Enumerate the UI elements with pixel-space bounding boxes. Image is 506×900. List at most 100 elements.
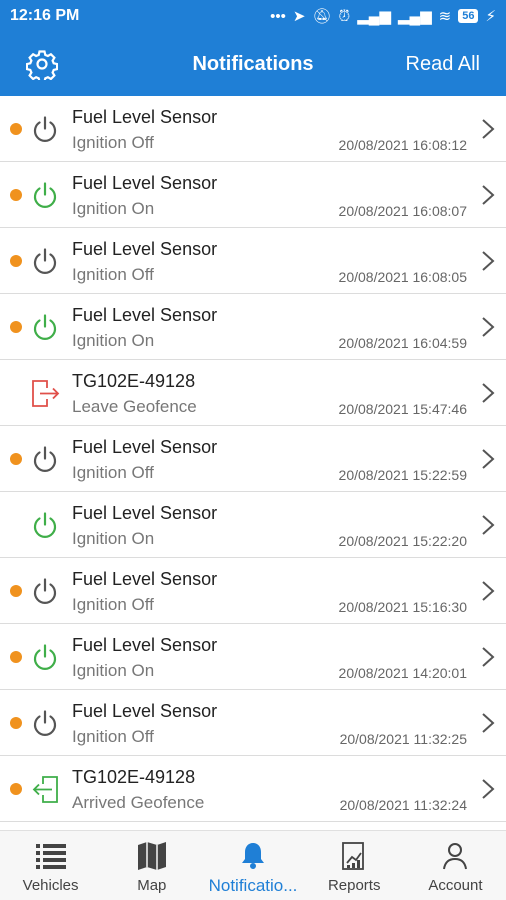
notification-title: Fuel Level Sensor (72, 701, 218, 721)
notification-title: Fuel Level Sensor (72, 239, 218, 259)
tab-account[interactable]: Account (405, 831, 506, 900)
chevron-right-icon (482, 119, 495, 139)
chevron-right-icon (482, 713, 495, 733)
notification-item[interactable]: Fuel Level Sensor Ignition Off 20/08/2021 … (0, 228, 506, 294)
chevron-right-icon (482, 383, 495, 403)
notification-title: Fuel Level Sensor (72, 173, 218, 193)
tab-reports[interactable]: Reports (304, 831, 405, 900)
ignition-on-icon (30, 510, 60, 540)
notification-title: Fuel Level Sensor (72, 635, 218, 655)
notification-time: 20/08/2021 15:16:30 (338, 599, 467, 615)
unread-dot (10, 189, 22, 201)
status-bar: 12:16 PM ••• ➤ 🔕︎ ⏰︎ ▂▄▆ ▂▄▆ ≋ 56 ⚡ (0, 0, 506, 32)
arrive-geofence-icon (30, 774, 60, 804)
notification-subtitle: Ignition On (72, 199, 155, 218)
chevron-right-icon (482, 581, 495, 601)
ignition-on-icon (30, 642, 60, 672)
unread-dot (10, 123, 22, 135)
unread-dot (10, 453, 22, 465)
notification-item[interactable]: Fuel Level Sensor Ignition Off 20/08/2021 … (0, 96, 506, 162)
ignition-off-icon (30, 246, 60, 276)
alarm-icon: ⏰︎ (338, 7, 351, 25)
read-all-button[interactable]: Read All (406, 53, 481, 76)
chevron-right-icon (482, 251, 495, 271)
chevron-right-icon (482, 647, 495, 667)
ignition-on-icon (30, 180, 60, 210)
notification-title: Fuel Level Sensor (72, 107, 218, 127)
location-icon: ➤ (292, 8, 306, 25)
notification-item[interactable]: Fuel Level Sensor Ignition Off 20/08/2021 … (0, 426, 506, 492)
notification-subtitle: Ignition On (72, 529, 155, 548)
notification-time: 20/08/2021 14:20:01 (338, 665, 467, 681)
ignition-off-icon (30, 114, 60, 144)
notification-item[interactable]: TG102E-49128 Leave Geofence 20/08/2021 15:… (0, 360, 506, 426)
notification-time: 20/08/2021 15:47:46 (338, 401, 467, 417)
notification-subtitle: Ignition Off (72, 133, 154, 152)
tab-label: Vehicles (22, 877, 79, 894)
notification-item[interactable]: Fuel Level Sensor Ignition Off 20/08/2021 … (0, 558, 506, 624)
app-bar: Notifications Read All (0, 32, 506, 96)
mute-icon: 🔕︎ (312, 8, 332, 25)
tab-label: Reports (327, 877, 381, 894)
chevron-right-icon (482, 779, 495, 799)
reports-icon (337, 841, 371, 871)
notification-subtitle: Ignition On (72, 331, 155, 350)
unread-dot (10, 717, 22, 729)
ignition-off-icon (30, 708, 60, 738)
notification-subtitle: Arrived Geofence (72, 793, 205, 812)
notification-title: TG102E-49128 (72, 371, 196, 391)
tab-label: Account (428, 877, 483, 894)
list-icon (34, 841, 68, 871)
notification-item[interactable]: TG102E-49128 Arrived Geofence 20/08/2021 1… (0, 756, 506, 822)
notification-time: 20/08/2021 16:08:12 (338, 137, 467, 153)
status-icons: ••• ➤ 🔕︎ ⏰︎ ▂▄▆ ▂▄▆ ≋ 56 ⚡ (270, 7, 496, 26)
account-icon (438, 841, 472, 871)
notification-subtitle: Ignition Off (72, 727, 154, 746)
signal-icon: ▂▄▆ (357, 8, 391, 25)
notification-time: 20/08/2021 16:08:05 (338, 269, 467, 285)
chevron-right-icon (482, 185, 495, 205)
status-time: 12:16 PM (10, 7, 80, 24)
map-icon (135, 841, 169, 871)
unread-dot (10, 651, 22, 663)
bell-icon (236, 841, 270, 871)
notification-title: Fuel Level Sensor (72, 569, 218, 589)
notification-title: Fuel Level Sensor (72, 503, 218, 523)
notification-item[interactable]: Fuel Level Sensor Ignition On 20/08/2021 1… (0, 624, 506, 690)
notification-time: 20/08/2021 15:22:59 (338, 467, 467, 483)
notification-subtitle: Ignition Off (72, 595, 154, 614)
notification-time: 20/08/2021 16:08:07 (338, 203, 467, 219)
notification-title: TG102E-49128 (72, 767, 196, 787)
ignition-off-icon (30, 444, 60, 474)
ignition-on-icon (30, 312, 60, 342)
wifi-icon: ≋ (438, 8, 452, 25)
signal-icon: ▂▄▆ (397, 8, 432, 25)
notification-time: 20/08/2021 11:32:25 (339, 731, 467, 747)
chevron-right-icon (482, 515, 495, 535)
notification-subtitle: Ignition Off (72, 265, 154, 284)
battery-icon: 56 (458, 9, 479, 23)
notification-subtitle: Leave Geofence (72, 397, 197, 416)
leave-geofence-icon (30, 378, 60, 408)
chevron-right-icon (482, 317, 495, 337)
notification-subtitle: Ignition On (72, 661, 155, 680)
unread-dot (10, 321, 22, 333)
tab-list[interactable]: Vehicles (0, 831, 101, 900)
charging-icon: ⚡ (485, 8, 496, 25)
bottom-tab-bar: Vehicles Map Notificatio... Reports Account (0, 830, 506, 900)
notification-item[interactable]: Fuel Level Sensor Ignition On 20/08/2021 1… (0, 294, 506, 360)
tab-map[interactable]: Map (101, 831, 202, 900)
notification-title: Fuel Level Sensor (72, 437, 218, 457)
unread-dot (10, 585, 22, 597)
ignition-off-icon (30, 576, 60, 606)
unread-dot (10, 255, 22, 267)
notification-item[interactable]: Fuel Level Sensor Ignition On 20/08/2021 1… (0, 492, 506, 558)
tab-label: Map (137, 877, 167, 894)
notification-item[interactable]: Fuel Level Sensor Ignition On 20/08/2021 1… (0, 162, 506, 228)
notification-subtitle: Ignition Off (72, 463, 154, 482)
notification-time: 20/08/2021 11:32:24 (339, 797, 467, 813)
tab-bell[interactable]: Notificatio... (202, 831, 303, 900)
notification-item[interactable]: Fuel Level Sensor Ignition Off 20/08/2021 … (0, 690, 506, 756)
notification-list: Fuel Level Sensor Ignition Off 20/08/2021 … (0, 96, 506, 830)
chevron-right-icon (482, 449, 495, 469)
